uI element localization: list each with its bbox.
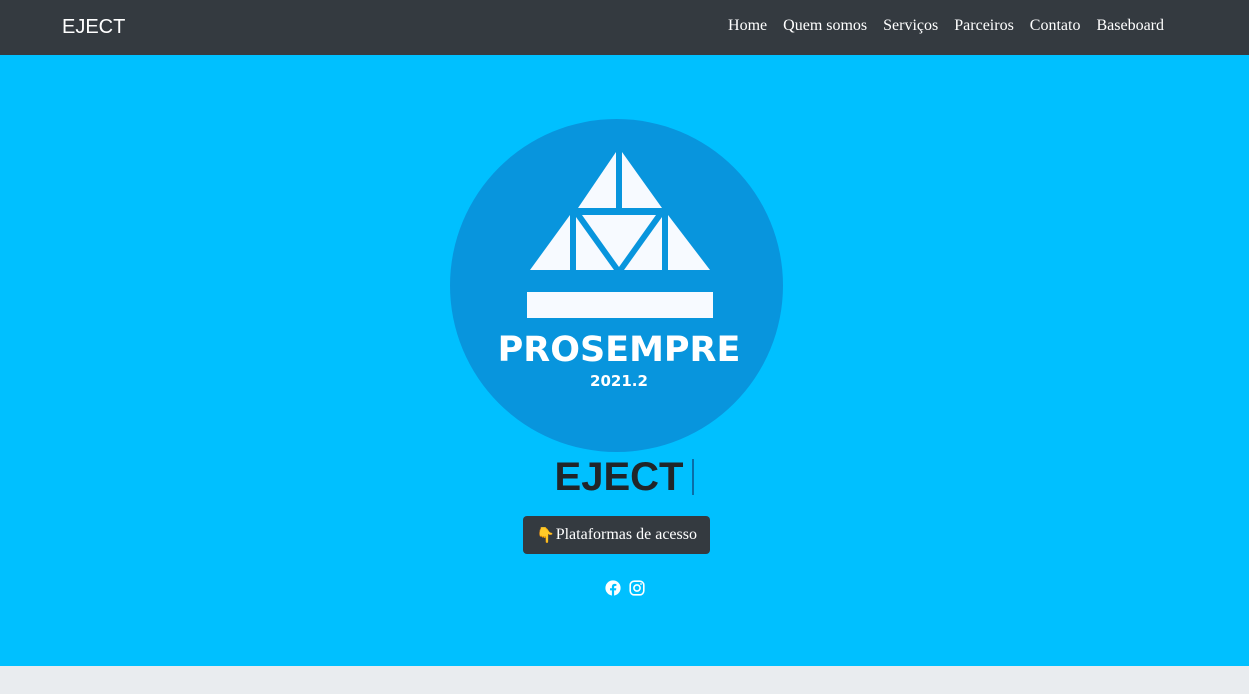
nav-link-home[interactable]: Home [728, 16, 767, 36]
nav-link-quem-somos[interactable]: Quem somos [783, 16, 867, 36]
pointing-down-icon: 👇 [536, 526, 555, 544]
plataformas-button-label: Plataformas de acesso [555, 526, 697, 543]
nav-link-baseboard[interactable]: Baseboard [1096, 16, 1164, 36]
typing-cursor [692, 459, 695, 495]
instagram-icon [628, 580, 645, 596]
prosempre-logo-graphic: PROSEMPRE 2021.2 [450, 119, 783, 452]
footer-strip [0, 666, 1249, 694]
facebook-link[interactable] [604, 580, 621, 596]
logo-circle [450, 119, 783, 452]
nav-link-parceiros[interactable]: Parceiros [954, 16, 1014, 36]
social-links [0, 580, 1249, 596]
logo-subtitle: 2021.2 [590, 372, 648, 390]
hero-section: PROSEMPRE 2021.2 EJECT 👇 Plataformas de a… [0, 55, 1249, 666]
nav-links: Home Quem somos Serviços Parceiros Conta… [728, 16, 1164, 36]
nav-link-servicos[interactable]: Serviços [883, 16, 938, 36]
hero-title-text: EJECT [554, 455, 684, 499]
brand-link[interactable]: EJECT [62, 14, 125, 40]
hero-title: EJECT [0, 453, 1249, 501]
nav-link-contato[interactable]: Contato [1030, 16, 1081, 36]
plataformas-button[interactable]: 👇 Plataformas de acesso [523, 516, 710, 554]
prosempre-logo: PROSEMPRE 2021.2 [450, 119, 783, 452]
navbar: EJECT Home Quem somos Serviços Parceiros… [0, 0, 1249, 55]
facebook-icon [604, 580, 621, 596]
instagram-link[interactable] [628, 580, 645, 596]
logo-title: PROSEMPRE [498, 330, 741, 370]
